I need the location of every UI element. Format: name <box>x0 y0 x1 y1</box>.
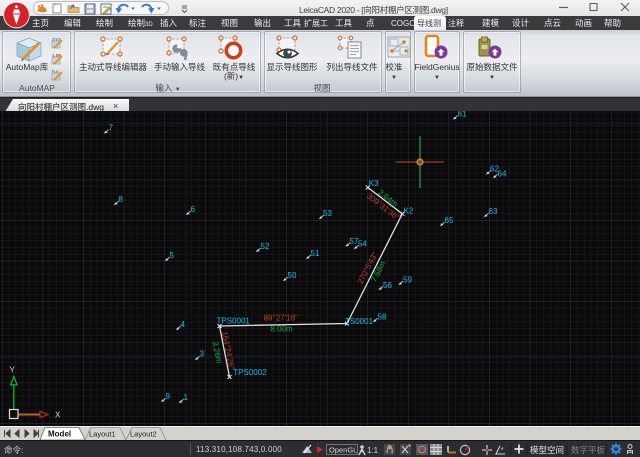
svg-text:Y: Y <box>10 366 16 375</box>
svg-text:59: 59 <box>403 276 412 285</box>
svg-text:6: 6 <box>191 205 196 214</box>
svg-text:4: 4 <box>181 320 186 329</box>
svg-text:K3: K3 <box>369 179 379 188</box>
svg-text:Model: Model <box>48 430 71 439</box>
svg-text:8.00m: 8.00m <box>270 325 293 334</box>
svg-text:54: 54 <box>358 240 367 249</box>
svg-text:TPS0002: TPS0002 <box>233 368 267 377</box>
svg-text:89°27'18": 89°27'18" <box>264 314 298 323</box>
svg-text:X: X <box>55 411 61 420</box>
svg-text:1:1: 1:1 <box>367 446 379 455</box>
svg-text:TPS0001: TPS0001 <box>217 317 251 326</box>
svg-text:61: 61 <box>458 111 467 119</box>
svg-text:Layout2: Layout2 <box>130 430 157 439</box>
svg-text:64: 64 <box>498 170 507 179</box>
svg-text:OpenGL: OpenGL <box>329 446 357 455</box>
svg-text:8: 8 <box>119 195 124 204</box>
svg-text:9: 9 <box>166 392 171 401</box>
svg-text:56: 56 <box>383 281 392 290</box>
svg-text:K2: K2 <box>404 207 414 216</box>
svg-text:53: 53 <box>323 209 332 218</box>
svg-text:3: 3 <box>200 350 205 359</box>
svg-text:1: 1 <box>184 393 189 402</box>
svg-text:Layout1: Layout1 <box>89 430 116 439</box>
svg-text:58: 58 <box>378 313 387 322</box>
svg-text:51: 51 <box>311 249 320 258</box>
svg-text:52: 52 <box>261 242 270 251</box>
svg-text:65: 65 <box>445 216 454 225</box>
svg-text:7: 7 <box>109 124 114 133</box>
svg-text:63: 63 <box>489 207 498 216</box>
svg-text:5: 5 <box>170 251 175 260</box>
svg-text:TS0001: TS0001 <box>345 317 374 326</box>
svg-text:50: 50 <box>288 271 297 280</box>
